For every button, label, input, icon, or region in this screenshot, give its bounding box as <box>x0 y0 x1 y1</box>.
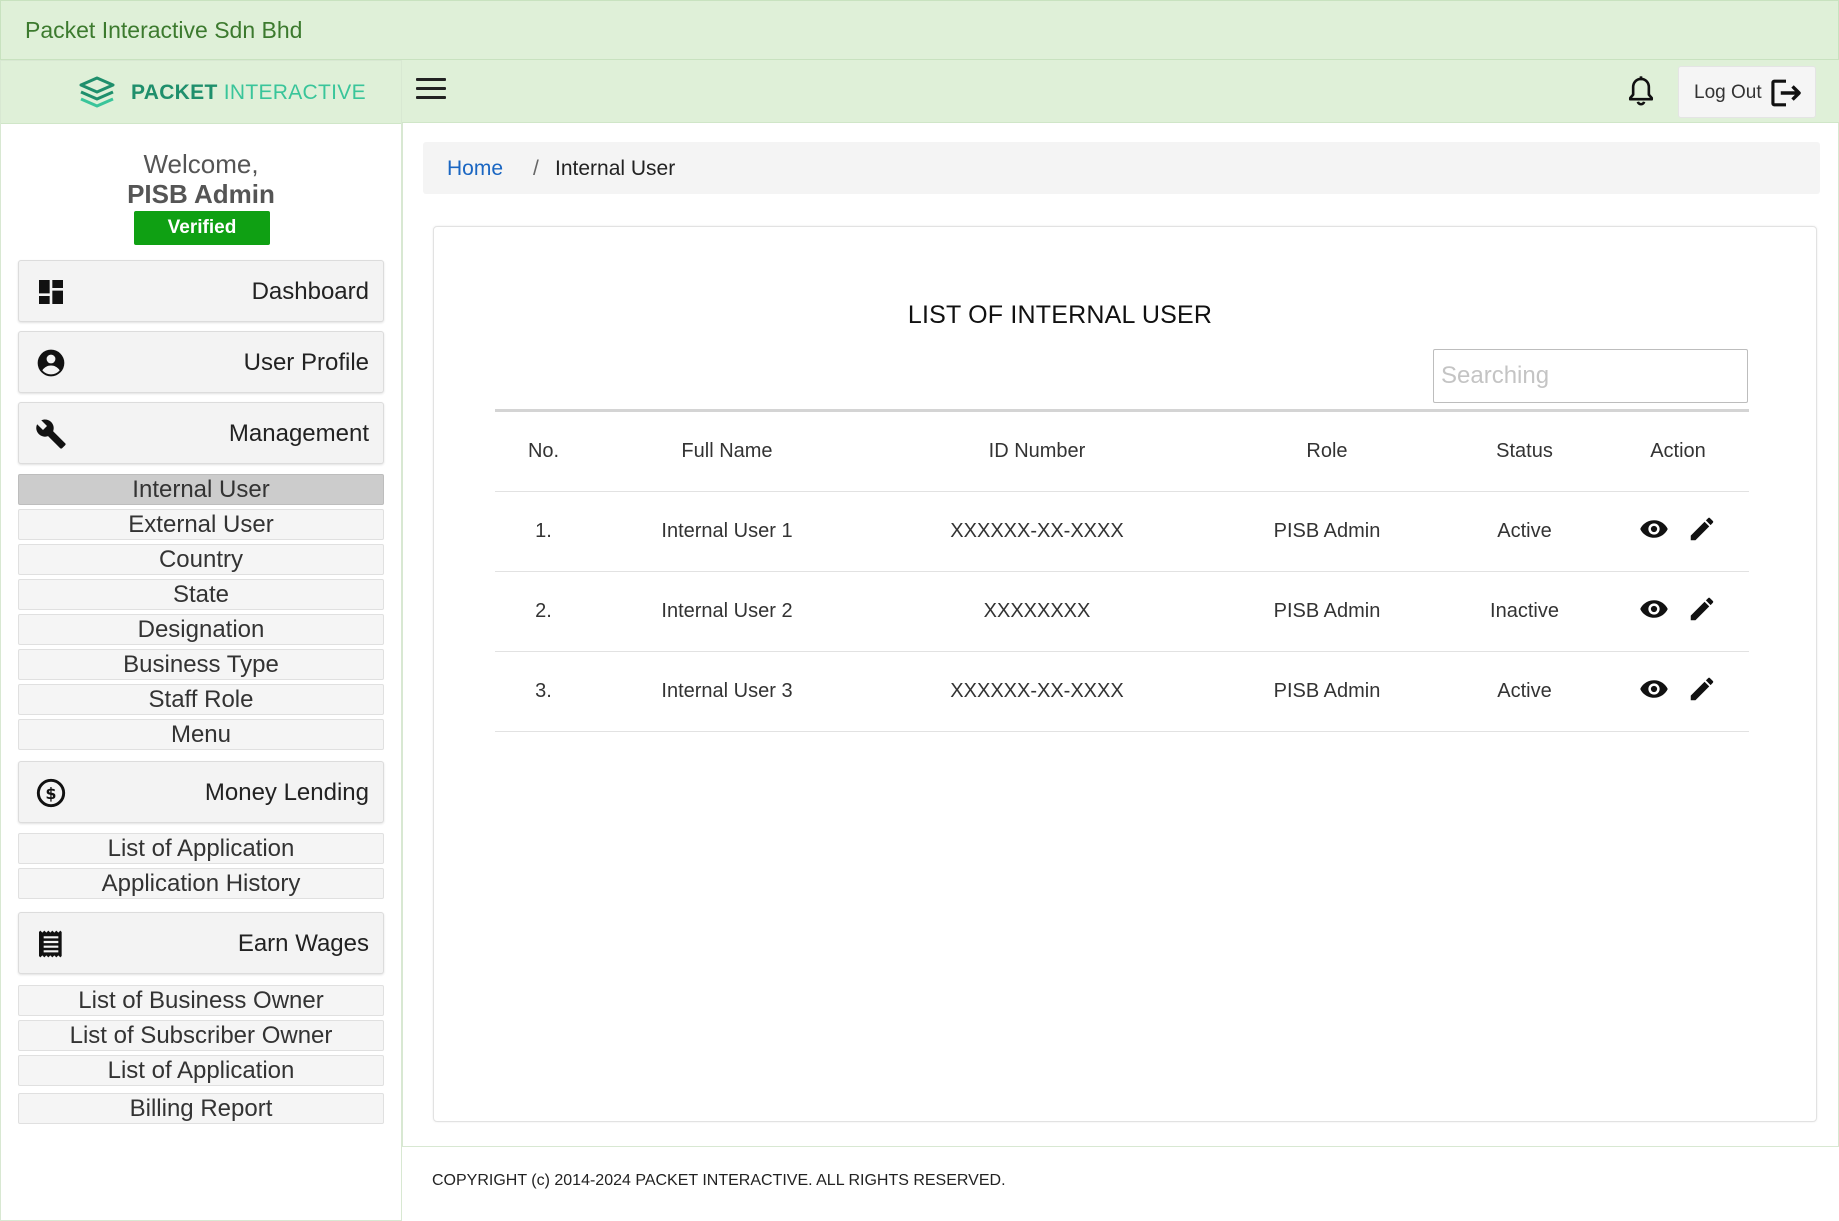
main-content: Home / Internal User LIST OF INTERNAL US… <box>402 123 1839 1147</box>
view-eye-icon[interactable] <box>1637 674 1671 704</box>
submenu-country[interactable]: Country <box>18 544 384 575</box>
dashboard-icon <box>39 280 63 304</box>
welcome-label: Welcome, <box>143 149 259 179</box>
cell-full-name: Internal User 2 <box>592 571 862 652</box>
cell-id-number: XXXXXX-XX-XXXX <box>862 491 1212 572</box>
cell-full-name: Internal User 3 <box>592 651 862 732</box>
cell-id-number: XXXXXX-XX-XXXX <box>862 651 1212 732</box>
internal-user-table: No. Full Name ID Number Role Status Acti… <box>495 409 1749 732</box>
edit-pencil-icon[interactable] <box>1685 594 1719 624</box>
cell-status: Active <box>1442 651 1607 732</box>
user-name: PISB Admin <box>127 179 275 209</box>
submenu-business-type[interactable]: Business Type <box>18 649 384 680</box>
col-status: Status <box>1496 440 1553 462</box>
logo-bar: PACKET INTERACTIVE <box>1 61 401 124</box>
cell-full-name: Internal User 1 <box>592 491 862 572</box>
notification-bell-icon[interactable] <box>1625 75 1657 109</box>
cell-action <box>1607 571 1749 652</box>
sidebar-item-earn-wages[interactable]: Earn Wages <box>18 912 384 974</box>
receipt-icon <box>39 930 62 958</box>
sidebar-item-user-profile[interactable]: User Profile <box>18 331 384 393</box>
sidebar-item-label: Dashboard <box>251 278 369 305</box>
logout-icon <box>1771 79 1801 107</box>
table-row: 2. Internal User 2 XXXXXXXX PISB Admin I… <box>495 571 1749 652</box>
account-circle-icon <box>37 349 65 377</box>
verified-badge: Verified <box>134 211 270 245</box>
col-id-number: ID Number <box>988 440 1086 462</box>
submenu-billing-report[interactable]: Billing Report <box>18 1093 384 1124</box>
logo-word-packet: PACKET <box>131 81 218 104</box>
sidebar-item-label: Earn Wages <box>237 930 369 957</box>
submenu-ew-list-of-application[interactable]: List of Application <box>18 1055 384 1086</box>
submenu-list-of-business-owner[interactable]: List of Business Owner <box>18 985 384 1016</box>
cell-no: 3. <box>495 651 592 732</box>
logo-wordmark[interactable]: PACKET INTERACTIVE <box>131 81 366 105</box>
submenu-designation[interactable]: Designation <box>18 614 384 645</box>
sidebar-item-label: User Profile <box>243 349 369 376</box>
logo-word-interactive: INTERACTIVE <box>223 81 366 104</box>
col-full-name: Full Name <box>681 440 773 462</box>
cell-role: PISB Admin <box>1212 491 1442 572</box>
sidebar-item-dashboard[interactable]: Dashboard <box>18 260 384 322</box>
sidebar-item-management[interactable]: Management <box>18 402 384 464</box>
breadcrumb-separator: / <box>533 157 539 180</box>
app-root: Packet Interactive Sdn Bhd PACKET INTERA… <box>0 0 1839 1221</box>
submenu-internal-user[interactable]: Internal User <box>18 474 384 505</box>
col-role: Role <box>1306 440 1348 462</box>
table-row: 3. Internal User 3 XXXXXX-XX-XXXX PISB A… <box>495 651 1749 732</box>
dollar-circle-icon: $ <box>36 778 66 808</box>
sidebar: PACKET INTERACTIVE Welcome, PISB Admin V… <box>0 60 402 1221</box>
edit-pencil-icon[interactable] <box>1685 674 1719 704</box>
page-title: LIST OF INTERNAL USER <box>907 301 1213 329</box>
submenu-menu[interactable]: Menu <box>18 719 384 750</box>
submenu-state[interactable]: State <box>18 579 384 610</box>
user-table-wrapper: No. Full Name ID Number Role Status Acti… <box>495 409 1749 732</box>
submenu-list-of-subscriber-owner[interactable]: List of Subscriber Owner <box>18 1020 384 1051</box>
breadcrumb-current: Internal User <box>555 157 676 180</box>
cell-role: PISB Admin <box>1212 571 1442 652</box>
submenu-staff-role[interactable]: Staff Role <box>18 684 384 715</box>
cell-status: Active <box>1442 491 1607 572</box>
sidebar-item-label: Money Lending <box>204 779 369 806</box>
cell-id-number: XXXXXXXX <box>862 571 1212 652</box>
edit-pencil-icon[interactable] <box>1685 514 1719 544</box>
cell-no: 2. <box>495 571 592 652</box>
cell-status: Inactive <box>1442 571 1607 652</box>
sidebar-item-label: Management <box>228 420 369 447</box>
footer-copyright: COPYRIGHT (c) 2014-2024 PACKET INTERACTI… <box>432 1172 1006 1189</box>
cell-no: 1. <box>495 491 592 572</box>
breadcrumb-home-link[interactable]: Home <box>447 157 503 181</box>
cell-action <box>1607 491 1749 572</box>
svg-text:$: $ <box>45 784 56 803</box>
logout-label: Log Out <box>1694 82 1762 103</box>
logout-button[interactable]: Log Out <box>1678 66 1816 118</box>
company-name: Packet Interactive Sdn Bhd <box>25 17 303 43</box>
breadcrumb: Home / Internal User <box>423 142 1820 194</box>
packet-logo-icon <box>79 76 115 108</box>
search-input[interactable] <box>1433 349 1748 403</box>
view-eye-icon[interactable] <box>1637 514 1671 544</box>
cell-role: PISB Admin <box>1212 651 1442 732</box>
company-bar: Packet Interactive Sdn Bhd <box>0 0 1839 60</box>
cell-action <box>1607 651 1749 732</box>
welcome-block: Welcome, PISB Admin <box>1 149 401 209</box>
submenu-external-user[interactable]: External User <box>18 509 384 540</box>
hamburger-menu-icon[interactable] <box>416 78 446 104</box>
col-no: No. <box>527 440 560 462</box>
internal-user-card: LIST OF INTERNAL USER No. Full Name ID N… <box>433 226 1817 1122</box>
view-eye-icon[interactable] <box>1637 594 1671 624</box>
submenu-application-history[interactable]: Application History <box>18 868 384 899</box>
submenu-ml-list-of-application[interactable]: List of Application <box>18 833 384 864</box>
table-row: 1. Internal User 1 XXXXXX-XX-XXXX PISB A… <box>495 491 1749 572</box>
col-action: Action <box>1650 440 1706 462</box>
sidebar-item-money-lending[interactable]: $ Money Lending <box>18 761 384 823</box>
wrench-icon <box>36 419 66 449</box>
table-header-row: No. Full Name ID Number Role Status Acti… <box>495 410 1749 492</box>
top-header: Log Out <box>402 60 1839 123</box>
